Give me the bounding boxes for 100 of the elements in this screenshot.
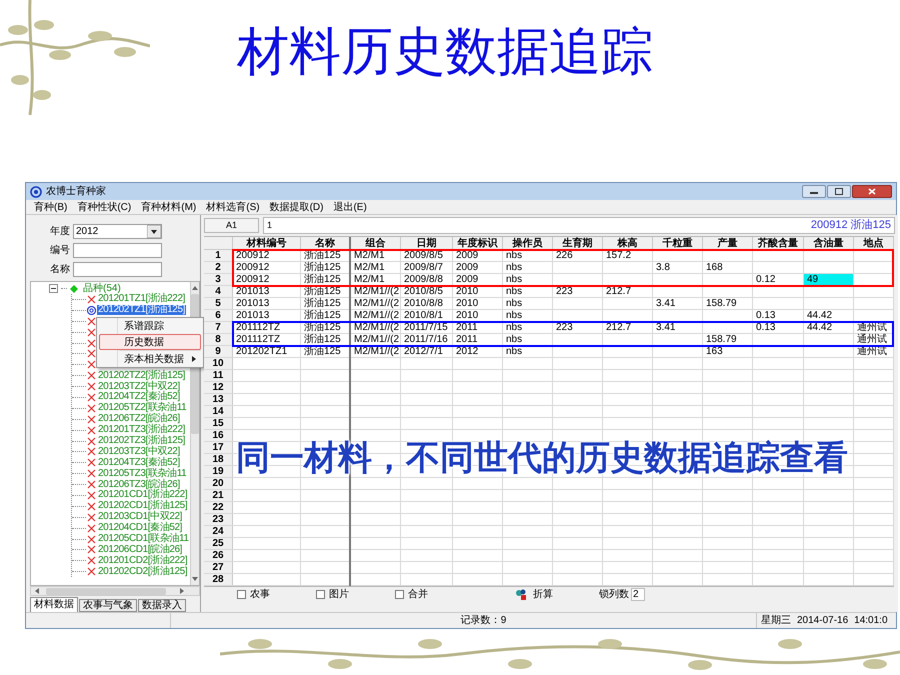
tree-item[interactable]: 201202TZ2[浙油125] <box>97 370 186 381</box>
input-field[interactable]: 2 <box>631 588 645 601</box>
tree-item[interactable]: 201201CD2[浙油222] <box>97 556 188 566</box>
checkbox[interactable] <box>316 590 325 599</box>
row-number: 1 <box>204 250 233 261</box>
tree-item[interactable]: 品种(54) <box>83 284 121 294</box>
table-cell-text: 2012 <box>455 346 480 357</box>
window-title: 农博士育种家 <box>46 184 106 199</box>
table-cell-text: 201013 <box>235 310 270 321</box>
table-cell-text: 2010 <box>455 310 480 321</box>
cross-icon <box>87 458 96 468</box>
cross-icon <box>87 338 96 348</box>
tree-item[interactable]: 201206TZ2[皖油26] <box>97 414 181 424</box>
tree-item[interactable]: 201206TZ3[皖油26] <box>97 480 181 490</box>
table-cell-text: 0.12 <box>755 274 776 285</box>
weekday-text: 星期三 <box>761 614 791 628</box>
table-cell-text: M2/M1//(2 <box>353 346 400 357</box>
tab[interactable]: 材料数据 <box>30 597 78 612</box>
row-number: 6 <box>204 310 233 321</box>
scrollbar[interactable] <box>30 586 200 596</box>
table-cell-text: 201112TZ <box>235 322 282 333</box>
row-number: 20 <box>204 478 233 489</box>
record-label: 200912 浙油125 <box>810 218 891 234</box>
tree-item[interactable]: 201204CD1[秦油52] <box>97 523 184 534</box>
tree-item[interactable]: 201201TZ3[浙油222] <box>97 425 186 436</box>
table-cell-text: 浙油125 <box>303 298 342 309</box>
row-number: 16 <box>204 430 233 441</box>
row-number: 25 <box>204 538 233 549</box>
table-cell-text: 201013 <box>235 286 270 297</box>
cross-icon <box>87 414 96 424</box>
menu-item[interactable]: 育种性状(C) <box>75 200 134 214</box>
table-cell-text: 2010 <box>455 286 480 297</box>
menu-item[interactable]: 育种材料(M) <box>139 200 198 214</box>
table-cell-text: 2011 <box>455 322 479 333</box>
table-cell-text: 通州试 <box>856 334 888 345</box>
column-header: 名称 <box>301 237 351 250</box>
row-number: 19 <box>204 466 233 477</box>
menu-item[interactable]: 退出(E) <box>331 200 369 214</box>
table-cell-text: nbs <box>505 322 524 333</box>
table-cell-text: nbs <box>505 334 524 345</box>
menu-item[interactable]: 系谱跟踪 <box>99 318 201 334</box>
tree-item[interactable]: 201201TZ1[浙油222] <box>97 294 186 304</box>
table-cell-text: nbs <box>505 286 524 297</box>
cross-icon <box>87 502 96 511</box>
row-number: 8 <box>204 334 233 345</box>
input-field[interactable] <box>73 243 162 258</box>
row-number: 21 <box>204 490 233 501</box>
row-number: 28 <box>204 574 233 585</box>
tree-item[interactable]: 201205CD1[联杂油11 <box>97 534 190 544</box>
tree-item[interactable]: 201203TZ3[中双22] <box>97 446 181 457</box>
menu-item[interactable]: 亲本相关数据 <box>99 351 201 367</box>
row-number: 4 <box>204 286 233 297</box>
menu-item[interactable]: 育种(B) <box>32 200 70 214</box>
cross-icon <box>87 469 96 478</box>
column-header: 含油量 <box>804 237 854 250</box>
table-cell-text: 200912 <box>235 262 270 273</box>
table-cell-text: 浙油125 <box>303 274 342 285</box>
cross-icon <box>87 534 96 544</box>
maximize-button[interactable] <box>827 185 851 198</box>
tab[interactable]: 农事与气象 <box>79 599 137 612</box>
checkbox[interactable] <box>237 590 246 599</box>
checkbox[interactable] <box>395 590 404 599</box>
tree-item[interactable]: 201206CD1[皖油26] <box>97 544 184 555</box>
table-cell-text: 201013 <box>235 298 270 309</box>
scroll-right-icon <box>179 588 185 594</box>
tree-item[interactable]: 201202CD2[浙油125] <box>97 566 188 577</box>
row-number: 24 <box>204 526 233 537</box>
tab[interactable]: 数据录入 <box>138 599 186 612</box>
menu-item[interactable]: 材料选育(S) <box>204 200 262 214</box>
tree-item[interactable]: 201204TZ2[秦油52] <box>97 392 181 402</box>
table-cell-text: 168 <box>705 262 724 273</box>
close-button[interactable] <box>852 185 892 198</box>
row-number: 9 <box>204 346 233 357</box>
input-field[interactable] <box>73 262 162 277</box>
column-header: 组合 <box>351 237 401 250</box>
corner-cell <box>204 237 233 250</box>
minimize-button[interactable] <box>802 185 826 198</box>
tree-item[interactable]: 201201CD1[浙油222] <box>97 490 188 500</box>
column-header: 材料编号 <box>233 237 301 250</box>
tree-item[interactable]: 201205TZ3[联杂油11 <box>97 468 188 479</box>
tree-item[interactable]: 201204TZ3[秦油52] <box>97 458 181 468</box>
cross-icon <box>87 392 96 402</box>
scroll-up-icon <box>192 285 198 291</box>
menu-item[interactable]: 数据提取(D) <box>268 200 326 214</box>
tree-item[interactable]: 201203CD1[中双22] <box>97 512 184 522</box>
formula-field[interactable]: 1 200912 浙油125 <box>263 217 895 234</box>
tree-item[interactable]: 201203TZ2[中双22] <box>97 382 181 392</box>
row-number: 10 <box>204 358 233 369</box>
record-count: 记录数：9 <box>460 614 506 628</box>
table-cell-text: 2009 <box>455 274 480 285</box>
tree-item[interactable]: 201202TZ3[浙油125] <box>97 436 186 446</box>
table-cell-text: 3.41 <box>655 322 676 333</box>
table-cell-text: nbs <box>505 262 524 273</box>
tree-item[interactable]: 201202CD1[浙油125] <box>97 501 188 512</box>
menu-item[interactable]: 历史数据 <box>99 334 201 350</box>
column-header: 株高 <box>603 237 653 250</box>
tree-item[interactable]: 201205TZ2[联杂油11 <box>97 403 188 414</box>
year-dropdown[interactable]: 2012 <box>73 224 162 239</box>
cross-icon <box>87 512 96 522</box>
convert-button[interactable]: 折算 <box>514 587 554 602</box>
